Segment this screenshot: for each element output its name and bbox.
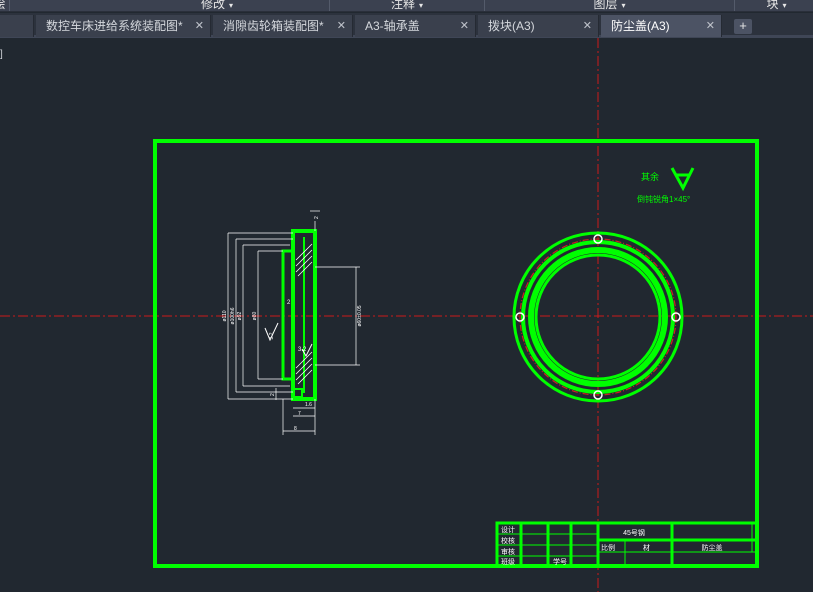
roughness-value-left: 3.2 [269,332,275,339]
close-icon[interactable]: ✕ [706,15,715,37]
title-block: 设计 校核 审核 班级 学号 45号钢 比例 材 防尘盖 [495,521,759,568]
title-design-label: 设计 [501,525,515,534]
title-class-label: 班级 [501,557,515,566]
ribbon-panel-titles: 绘 修改▾ 注释▾ 图层▾ 块▾ [0,0,813,12]
drawing-canvas[interactable]: 其余 倒钝锐角1×45° ø110 ø100h6 ø92 ø80 3.2 3.2… [0,38,813,592]
document-tab-bar: 数控车床进给系统装配图* ✕ 消隙齿轮箱装配图* ✕ A3-轴承盖 ✕ 拨块(A… [0,13,813,38]
chevron-down-icon: ▾ [621,1,626,10]
tab-label: A3-轴承盖 [365,19,420,33]
close-icon[interactable]: ✕ [583,15,592,37]
dim-rim-thickness: 2 [287,300,291,306]
section-view: ø110 ø100h6 ø92 ø80 3.2 3.2 ø60±0.05 2 1… [222,210,363,435]
tab-shift-block[interactable]: 拨块(A3) ✕ [478,15,599,37]
cad-application: 绘 修改▾ 注释▾ 图层▾ 块▾ 数控车床进给系统装配图* ✕ 消隙齿轮箱装配图… [0,0,813,592]
dim-side-step: 2 [270,393,276,396]
tab-cnc-lathe-feed-assembly[interactable]: 数控车床进给系统装配图* ✕ [36,15,211,37]
tab-label: 消隙齿轮箱装配图* [223,19,324,33]
ribbon-panel-label: 块 [766,0,779,11]
ribbon-panel-label: 修改 [200,0,225,11]
tab-backlash-gearbox-assembly[interactable]: 消隙齿轮箱装配图* ✕ [213,15,353,37]
dim-cover-width: 7 [298,411,301,417]
chevron-down-icon: ▾ [419,1,424,10]
roughness-check-icon [670,167,695,192]
section-chamfer-box [293,388,303,398]
ribbon-panel-modify[interactable]: 修改 ▾ [105,0,330,11]
surface-roughness-symbol: 其余 倒钝锐角1×45° [637,167,695,204]
ribbon-panel-block[interactable]: 块 ▾ [740,0,813,11]
dim-total-length: 8 [294,426,297,432]
roughness-remainder-text: 其余 [641,171,659,182]
dim-outer-diameter: ø110 [222,310,228,321]
title-check-label: 校核 [501,536,515,545]
ribbon-panel-label: 绘 [0,0,6,11]
chevron-down-icon: ▾ [229,1,234,10]
title-scale-label: 比例 [601,543,615,552]
tab-hidden-start[interactable] [0,15,34,37]
title-material-value: 45号钢 [623,528,645,537]
title-part-name: 防尘盖 [702,543,723,552]
chamfer-note-text: 倒钝锐角1×45° [637,194,690,204]
close-icon[interactable]: ✕ [460,15,469,37]
tab-label: 数控车床进给系统装配图* [46,19,183,33]
ribbon-panel-label: 图层 [593,0,618,11]
tab-label: 拨块(A3) [488,19,535,33]
dim-bore-diameter: ø60±0.05 [357,305,363,326]
ribbon-panel-annotate[interactable]: 注释 ▾ [330,0,485,11]
dim-top-step: 2 [314,216,320,219]
title-student-no-label: 学号 [553,557,567,566]
title-review-label: 审核 [501,547,515,556]
new-tab-button[interactable]: + [734,19,752,34]
ribbon-panel-layers[interactable]: 图层 ▾ [485,0,735,11]
roughness-value-right: 3.2 [298,347,307,353]
tab-dust-cover[interactable]: 防尘盖(A3) ✕ [601,15,722,37]
dim-mid-diameter: ø92 [237,311,243,320]
chevron-down-icon: ▾ [782,1,787,10]
dim-groove-width: 1.6 [305,402,312,408]
dim-inner-diameter: ø80 [252,311,258,320]
close-icon[interactable]: ✕ [195,15,204,37]
ribbon-panel-draw[interactable]: 绘 [0,0,10,11]
ribbon-panel-label: 注释 [390,0,415,11]
tab-label: 防尘盖(A3) [611,19,670,33]
dim-fit-diameter: ø100h6 [230,307,236,324]
title-material-label: 材 [643,543,650,552]
section-flange-outline [281,249,295,381]
tab-a3-bearing-cap[interactable]: A3-轴承盖 ✕ [355,15,476,37]
close-icon[interactable]: ✕ [337,15,346,37]
